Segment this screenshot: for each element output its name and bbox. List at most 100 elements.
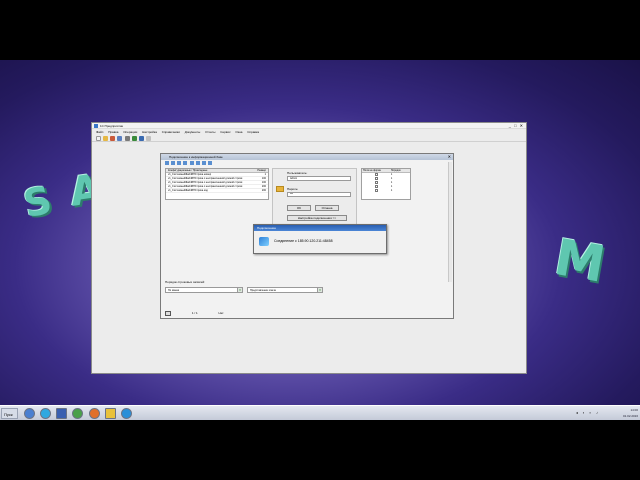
cell: v1_СистемныйФайлВНСтрока.с неограниченно… — [168, 181, 243, 184]
fields-table[interactable]: Конфигурационные / Прикладные Размер v1_… — [165, 168, 269, 200]
info-icon[interactable] — [145, 136, 151, 141]
taskbar: Пуск ◂ ▪ ▪ ♪ 14:00 01.02.2016 — [0, 405, 640, 420]
cell: 200 — [261, 189, 266, 192]
column-header[interactable]: Поля на форме — [362, 169, 391, 172]
cell: 1 — [390, 189, 393, 192]
copy-icon[interactable] — [171, 161, 176, 165]
checkbox[interactable] — [375, 189, 378, 192]
menu-edit[interactable]: Правка — [108, 130, 118, 134]
dialog-message: Соединение с 185.90.120.211:48458 — [274, 239, 333, 243]
letterbox-top — [0, 0, 640, 60]
page-indicator: 1 / 1 — [191, 311, 198, 315]
pager: 1 / 1 Нет — [165, 310, 235, 316]
save-icon[interactable] — [56, 408, 67, 419]
login-panel: Пользователь: Admin Пароль: *** OK Отмен… — [272, 168, 357, 226]
new-icon[interactable] — [96, 136, 101, 141]
network-icon — [259, 237, 269, 246]
chevron-down-icon[interactable]: ▾ — [317, 288, 322, 292]
checkbox[interactable] — [375, 185, 378, 188]
checkbox[interactable] — [375, 173, 378, 176]
report-icon[interactable] — [138, 136, 144, 141]
password-field[interactable]: *** — [287, 192, 351, 197]
form-fields-table[interactable]: Поля на форме Порядок 1 1 1 1 1 — [361, 168, 411, 200]
cell: v1_СистемныйФайлВНСтрока.с неограниченно… — [168, 177, 243, 180]
checkbox[interactable] — [375, 181, 378, 184]
app-icon — [94, 124, 98, 128]
menu-operations[interactable]: Операции — [123, 130, 137, 134]
browser-icon[interactable] — [24, 408, 35, 419]
edit-icon[interactable] — [110, 136, 116, 141]
menu-reports[interactable]: Отчеты — [205, 130, 215, 134]
checkbox[interactable] — [375, 177, 378, 180]
table-row[interactable]: 1 — [362, 189, 410, 193]
ok-button[interactable]: OK — [287, 205, 311, 211]
letterbox-bottom — [0, 420, 640, 480]
connection-window-titlebar[interactable]: Подключение к информационной базе ✕ — [161, 154, 453, 160]
cancel-button[interactable]: Отмена — [315, 205, 339, 211]
cell: 200 — [261, 185, 266, 188]
up-icon[interactable] — [183, 161, 188, 165]
connection-settings-button[interactable]: Настройка подключения >> — [287, 215, 347, 221]
column-header[interactable]: Размер — [248, 169, 268, 172]
firefox-icon[interactable] — [89, 408, 100, 419]
cell: v1_СистемныйФайлВНСтрока.код — [168, 189, 208, 192]
connection-window-title: Подключение к информационной базе — [169, 155, 223, 159]
dialog-title[interactable]: Подключение — [254, 225, 386, 231]
sort-order-label: Порядок строковых записей: — [165, 280, 205, 284]
sort-combo[interactable]: По имени ▾ — [165, 287, 243, 293]
properties-icon[interactable] — [207, 161, 212, 165]
clock[interactable]: 14:00 01.02.2016 — [623, 407, 638, 420]
column-header[interactable]: Порядок — [391, 169, 410, 172]
cell: 1 — [264, 173, 266, 176]
cell — [362, 189, 391, 193]
menu-catalogs[interactable]: Справочники — [162, 130, 180, 134]
key-view-combo[interactable]: Представление ключа ▾ — [247, 287, 323, 293]
connection-toolbar — [161, 160, 453, 166]
logo-letter-s: S — [19, 177, 56, 227]
key-view-combo-value: Представление ключа — [250, 289, 276, 292]
settings-icon[interactable] — [124, 136, 130, 141]
vertical-scrollbar[interactable] — [448, 162, 452, 282]
menu-file[interactable]: Файл — [96, 130, 103, 134]
app-titlebar[interactable]: 1C:Предприятие _ □ ✕ — [92, 123, 526, 129]
help-icon[interactable] — [131, 136, 137, 141]
app-title: 1C:Предприятие — [100, 124, 124, 128]
menu-help[interactable]: Справка — [247, 130, 259, 134]
screen: S A M 1C:Предприятие _ □ ✕ Файл Правка О… — [0, 0, 640, 480]
sort-combo-value: По имени — [168, 289, 180, 292]
page-extra: Нет — [218, 311, 224, 315]
menu-windows[interactable]: Окна — [235, 130, 242, 134]
window-controls[interactable]: _ □ ✕ — [509, 123, 524, 129]
add-icon[interactable] — [165, 161, 169, 165]
password-label: Пароль: — [287, 187, 299, 191]
close-icon[interactable]: ✕ — [448, 154, 451, 160]
cell: v1_СистемныйФайлВНСтрока.с неограниченно… — [168, 185, 243, 188]
open-icon[interactable] — [103, 136, 109, 141]
app-toolbar — [92, 135, 526, 142]
delete-icon[interactable] — [177, 161, 182, 165]
clock-date: 01.02.2016 — [622, 414, 638, 418]
connection-dialog[interactable]: Подключение Соединение с 185.90.120.211:… — [253, 224, 387, 254]
start-button[interactable]: Пуск — [1, 408, 18, 419]
menu-documents[interactable]: Документы — [185, 130, 200, 134]
down-icon[interactable] — [189, 161, 194, 165]
cell: 100 — [261, 181, 266, 184]
cell: v1_СистемныйФайлВНСтрока.номер — [168, 173, 212, 176]
refresh-icon[interactable] — [195, 161, 200, 165]
tool-icon[interactable] — [117, 136, 123, 141]
menu-settings[interactable]: Настройка — [142, 130, 157, 134]
filter-icon[interactable] — [201, 161, 206, 165]
tray-icons[interactable]: ◂ ▪ ▪ ♪ — [576, 410, 600, 415]
settings-icon[interactable] — [72, 408, 83, 419]
table-row[interactable]: v1_СистемныйФайлВНСтрока.код 200 — [166, 189, 268, 193]
page-back-button[interactable] — [165, 310, 171, 316]
logo-letter-m: M — [550, 228, 610, 294]
chat-icon[interactable] — [121, 408, 132, 419]
skype-icon[interactable] — [40, 408, 51, 419]
user-field[interactable]: Admin — [287, 176, 351, 181]
app-1c-icon[interactable] — [105, 408, 116, 419]
cell: 100 — [261, 177, 266, 180]
chevron-down-icon[interactable]: ▾ — [237, 288, 242, 292]
menu-service[interactable]: Сервис — [220, 130, 230, 134]
column-header[interactable]: Конфигурационные / Прикладные — [166, 169, 248, 172]
